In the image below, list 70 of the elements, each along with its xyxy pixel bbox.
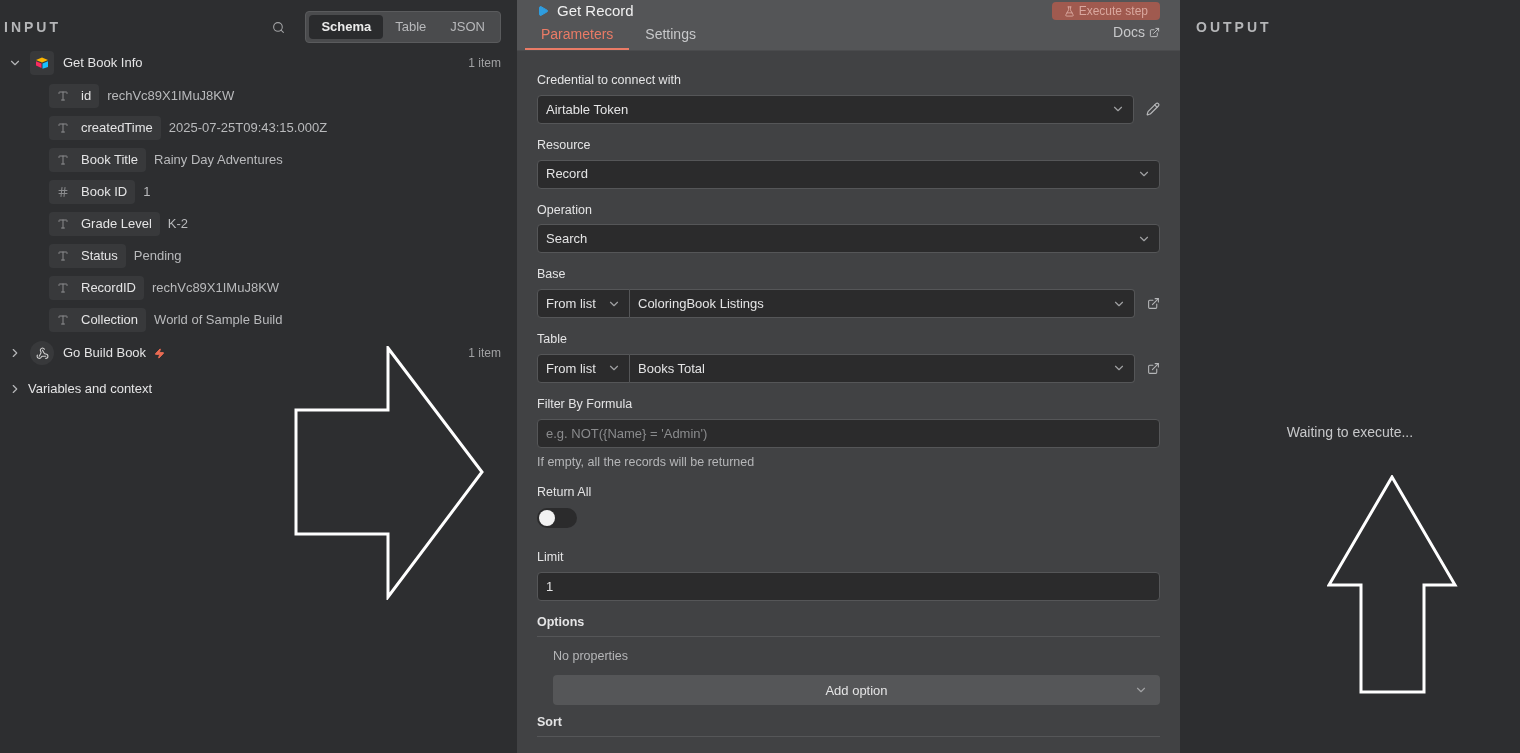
add-option-button[interactable]: Add option <box>553 675 1160 706</box>
search-icon[interactable] <box>272 20 286 34</box>
select-field[interactable]: ColoringBook Listings <box>630 289 1135 318</box>
node-name[interactable]: Variables and context <box>28 379 153 399</box>
select-field[interactable]: Search <box>537 224 1160 254</box>
hash-icon <box>57 186 69 198</box>
logo-icon <box>35 57 49 69</box>
text-type-icon <box>57 314 69 326</box>
field-label: Credential to connect with <box>537 72 682 89</box>
field-name-pill[interactable]: Collection <box>49 308 147 332</box>
empty-text: No properties <box>553 647 630 665</box>
tab[interactable]: Settings <box>629 21 712 50</box>
field-hint: If empty, all the records will be returned <box>537 453 756 471</box>
field-value: rechVc89X1IMuJ8KW <box>151 279 280 298</box>
external-link-icon[interactable] <box>1147 297 1160 310</box>
field-name-pill[interactable]: RecordID <box>49 276 144 300</box>
status-message: Waiting to execute... <box>1286 423 1414 442</box>
webhook-icon <box>35 346 49 360</box>
field-label: Table <box>537 331 568 348</box>
flask-icon <box>1063 5 1075 17</box>
field-label: Operation <box>537 201 593 219</box>
text-type-icon <box>57 282 69 294</box>
field-label: Return All <box>537 484 593 502</box>
panel-title: INPUT <box>4 17 61 37</box>
field-name-pill[interactable]: Grade Level <box>49 212 160 236</box>
field-name-pill[interactable]: Book Title <box>49 148 147 172</box>
select-field[interactable]: Airtable Token <box>537 94 1134 124</box>
text-type-icon <box>57 122 69 134</box>
node-name[interactable]: Get Book Info <box>63 53 143 73</box>
field-value: Rainy Day Adventures <box>154 151 283 170</box>
edit-icon[interactable] <box>1146 102 1160 117</box>
field-name-pill[interactable]: Status <box>49 244 126 268</box>
node-title: Get Record <box>557 0 634 21</box>
external-link-icon[interactable] <box>1147 361 1160 375</box>
text-type-icon <box>57 154 69 166</box>
text-type-icon <box>57 250 69 262</box>
item-count: 1 item <box>468 55 501 72</box>
field-value: World of Sample Build <box>154 311 283 330</box>
field-value: K-2 <box>167 215 189 234</box>
field-name-pill[interactable]: id <box>49 84 100 108</box>
view-tab[interactable]: JSON <box>438 15 497 39</box>
section-heading: Options <box>537 612 1160 637</box>
field-value: rechVc89X1IMuJ8KW <box>107 87 235 106</box>
field-value: 2025-07-25T09:43:15.000Z <box>168 119 328 138</box>
input-field[interactable]: e.g. NOT({Name} = 'Admin') <box>537 418 1160 448</box>
text-type-icon <box>57 218 69 230</box>
panel-title: OUTPUT <box>1196 17 1272 37</box>
field-value: Pending <box>133 247 182 266</box>
mode-select[interactable]: From list <box>537 289 630 318</box>
toggle-switch[interactable] <box>537 508 577 528</box>
external-link-icon <box>1149 27 1160 38</box>
mode-select[interactable]: From list <box>537 353 630 383</box>
field-value: 1 <box>143 183 151 202</box>
section-heading: Sort <box>537 713 1160 737</box>
docs-link[interactable]: Docs <box>1113 22 1160 43</box>
input-field[interactable]: 1 <box>537 571 1160 601</box>
field-label: Limit <box>537 549 565 566</box>
select-field[interactable]: Books Total <box>630 353 1135 383</box>
view-tab[interactable]: Schema <box>309 15 384 39</box>
field-label: Filter By Formula <box>537 395 634 413</box>
text-type-icon <box>57 90 69 102</box>
select-field[interactable]: Record <box>537 159 1160 189</box>
play-icon <box>537 5 549 17</box>
view-tab[interactable]: Table <box>383 15 439 39</box>
item-count: 1 item <box>468 345 501 362</box>
field-name-pill[interactable]: Book ID <box>49 180 136 204</box>
field-name-pill[interactable]: createdTime <box>49 116 161 140</box>
field-label: Base <box>537 266 567 284</box>
node-name[interactable]: Go Build Book <box>63 343 147 363</box>
field-label: Resource <box>537 136 592 154</box>
